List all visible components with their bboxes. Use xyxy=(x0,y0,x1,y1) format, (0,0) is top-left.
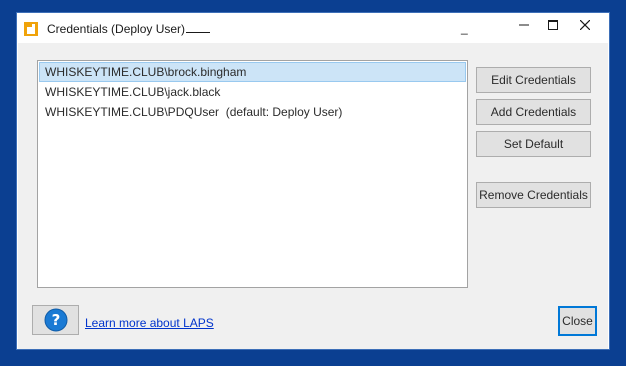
credential-item-jack-black[interactable]: WHISKEYTIME.CLUB\jack.black xyxy=(39,82,466,102)
add-credentials-button[interactable]: Add Credentials xyxy=(476,99,591,125)
window-title-text: Credentials (Deploy User) xyxy=(47,22,186,36)
title-suffix-line xyxy=(186,23,211,33)
minimize-icon xyxy=(519,24,529,26)
app-icon xyxy=(24,22,38,36)
window-title: Credentials (Deploy User) xyxy=(47,22,211,36)
dialog-body: WHISKEYTIME.CLUB\brock.bingham WHISKEYTI… xyxy=(18,43,608,349)
close-button[interactable]: Close xyxy=(558,306,597,336)
question-circle-icon: ? xyxy=(44,308,67,332)
remove-credentials-button[interactable]: Remove Credentials xyxy=(476,182,591,208)
learn-more-laps-link[interactable]: Learn more about LAPS xyxy=(85,316,214,330)
close-icon xyxy=(580,20,590,30)
maximize-button[interactable] xyxy=(536,13,570,37)
credential-item-brock-bingham[interactable]: WHISKEYTIME.CLUB\brock.bingham xyxy=(39,62,466,82)
title-extra: _ xyxy=(461,21,468,35)
close-window-button[interactable] xyxy=(568,13,602,37)
edit-credentials-button[interactable]: Edit Credentials xyxy=(476,67,591,93)
svg-text:?: ? xyxy=(51,311,60,329)
help-button[interactable]: ? xyxy=(32,305,79,335)
credentials-list[interactable]: WHISKEYTIME.CLUB\brock.bingham WHISKEYTI… xyxy=(37,60,468,288)
maximize-icon xyxy=(548,20,558,30)
credentials-dialog: Credentials (Deploy User) _ WHISKEYTIME.… xyxy=(16,12,610,350)
credential-item-pdquser[interactable]: WHISKEYTIME.CLUB\PDQUser (default: Deplo… xyxy=(39,102,466,122)
set-default-button[interactable]: Set Default xyxy=(476,131,591,157)
title-bar[interactable]: Credentials (Deploy User) _ xyxy=(17,13,609,43)
